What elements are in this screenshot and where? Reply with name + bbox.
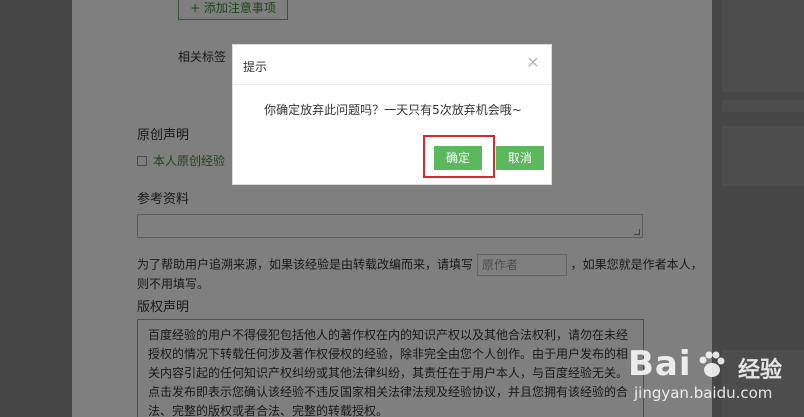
dialog-header: 提示 ✕ <box>233 45 551 85</box>
dialog-title: 提示 <box>243 60 268 74</box>
confirm-button[interactable]: 确定 <box>434 146 482 170</box>
confirm-dialog: 提示 ✕ 你确定放弃此问题吗？一天只有5次放弃机会哦~ 确定 取消 <box>232 44 552 185</box>
cancel-button[interactable]: 取消 <box>496 146 544 170</box>
watermark-url: jingyan.baidu.com <box>634 384 773 402</box>
paw-icon <box>699 351 725 377</box>
close-icon[interactable]: ✕ <box>525 55 541 71</box>
watermark-brand-cn: 经验 <box>738 358 783 383</box>
dialog-message: 你确定放弃此问题吗？一天只有5次放弃机会哦~ <box>264 103 522 117</box>
baidu-watermark: Bai 经验 jingyan.baidu.com <box>620 340 804 417</box>
watermark-brand: Bai <box>628 344 692 384</box>
